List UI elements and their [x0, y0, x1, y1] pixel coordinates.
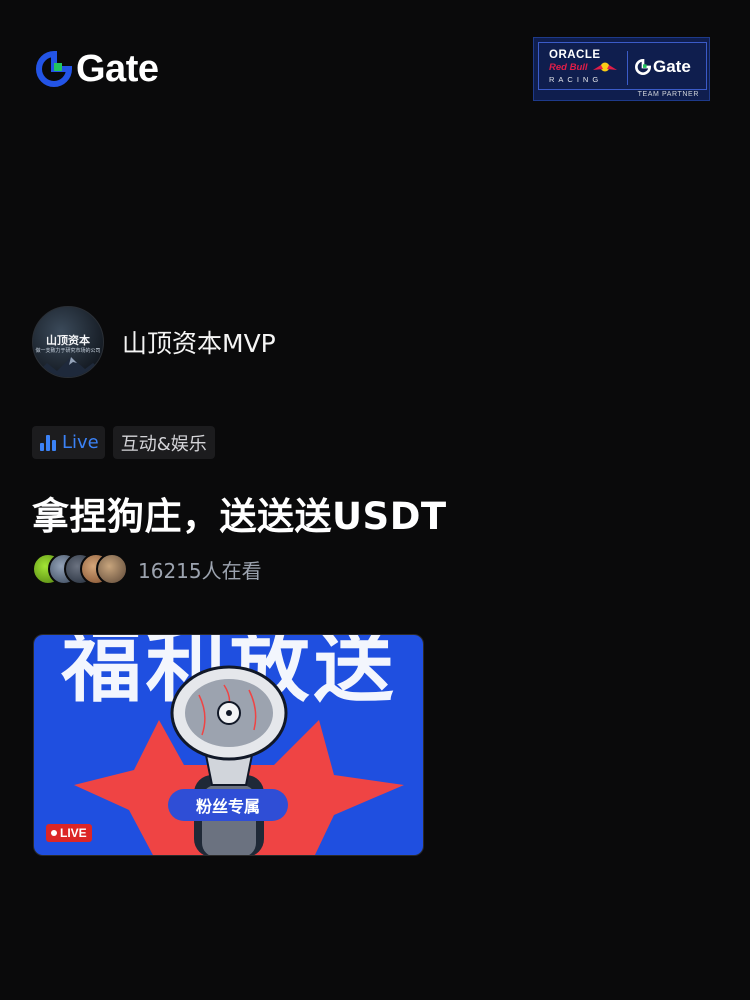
partner-tagline: TEAM PARTNER — [637, 91, 699, 98]
megaphone-illustration — [74, 665, 404, 855]
fans-only-badge: 粉丝专属 — [168, 789, 288, 821]
live-dot-icon — [51, 830, 57, 836]
partner-redbull-text: Red Bull — [549, 62, 588, 73]
gate-logo-icon — [36, 51, 72, 87]
viewer-avatars — [32, 553, 128, 585]
stream-title: 拿捏狗庄，送送送USDT — [32, 495, 447, 538]
viewer-avatar — [96, 553, 128, 585]
partner-gate-logo: Gate — [635, 57, 691, 77]
partner-badge: ORACLE Red Bull RACING Gate TEAM PARTNER — [533, 37, 710, 101]
stream-tags: Live 互动&娱乐 — [32, 426, 215, 459]
avatar-title: 山顶资本 — [46, 334, 90, 347]
partner-gate-text: Gate — [653, 57, 691, 76]
viewer-count: 16215人在看 — [32, 553, 262, 585]
host-avatar[interactable]: 山顶资本 做一支致力于研究市场的公司 — [32, 306, 104, 378]
stream-thumbnail[interactable]: 福利放送 — [33, 634, 424, 856]
category-tag-label: 互动&娱乐 — [120, 433, 207, 455]
brand-name: Gate — [76, 48, 159, 90]
live-badge-label: LIVE — [60, 826, 87, 840]
host-name[interactable]: 山顶资本MVP — [122, 324, 276, 360]
live-bars-icon — [40, 434, 56, 451]
partner-racing-text: RACING — [549, 75, 603, 84]
live-tag-label: Live — [62, 432, 99, 453]
viewer-count-text: 16215人在看 — [138, 558, 262, 583]
red-bull-icon — [593, 62, 617, 72]
mountain-icon — [33, 357, 103, 377]
gate-logo-icon — [635, 59, 651, 75]
live-badge: LIVE — [46, 824, 92, 842]
live-tag: Live — [32, 426, 105, 459]
host-info[interactable]: 山顶资本 做一支致力于研究市场的公司 山顶资本MVP — [32, 306, 276, 378]
partner-frame: ORACLE Red Bull RACING Gate — [538, 42, 707, 90]
gate-logo: Gate — [36, 48, 159, 90]
partner-divider — [627, 51, 628, 85]
category-tag[interactable]: 互动&娱乐 — [112, 426, 215, 459]
